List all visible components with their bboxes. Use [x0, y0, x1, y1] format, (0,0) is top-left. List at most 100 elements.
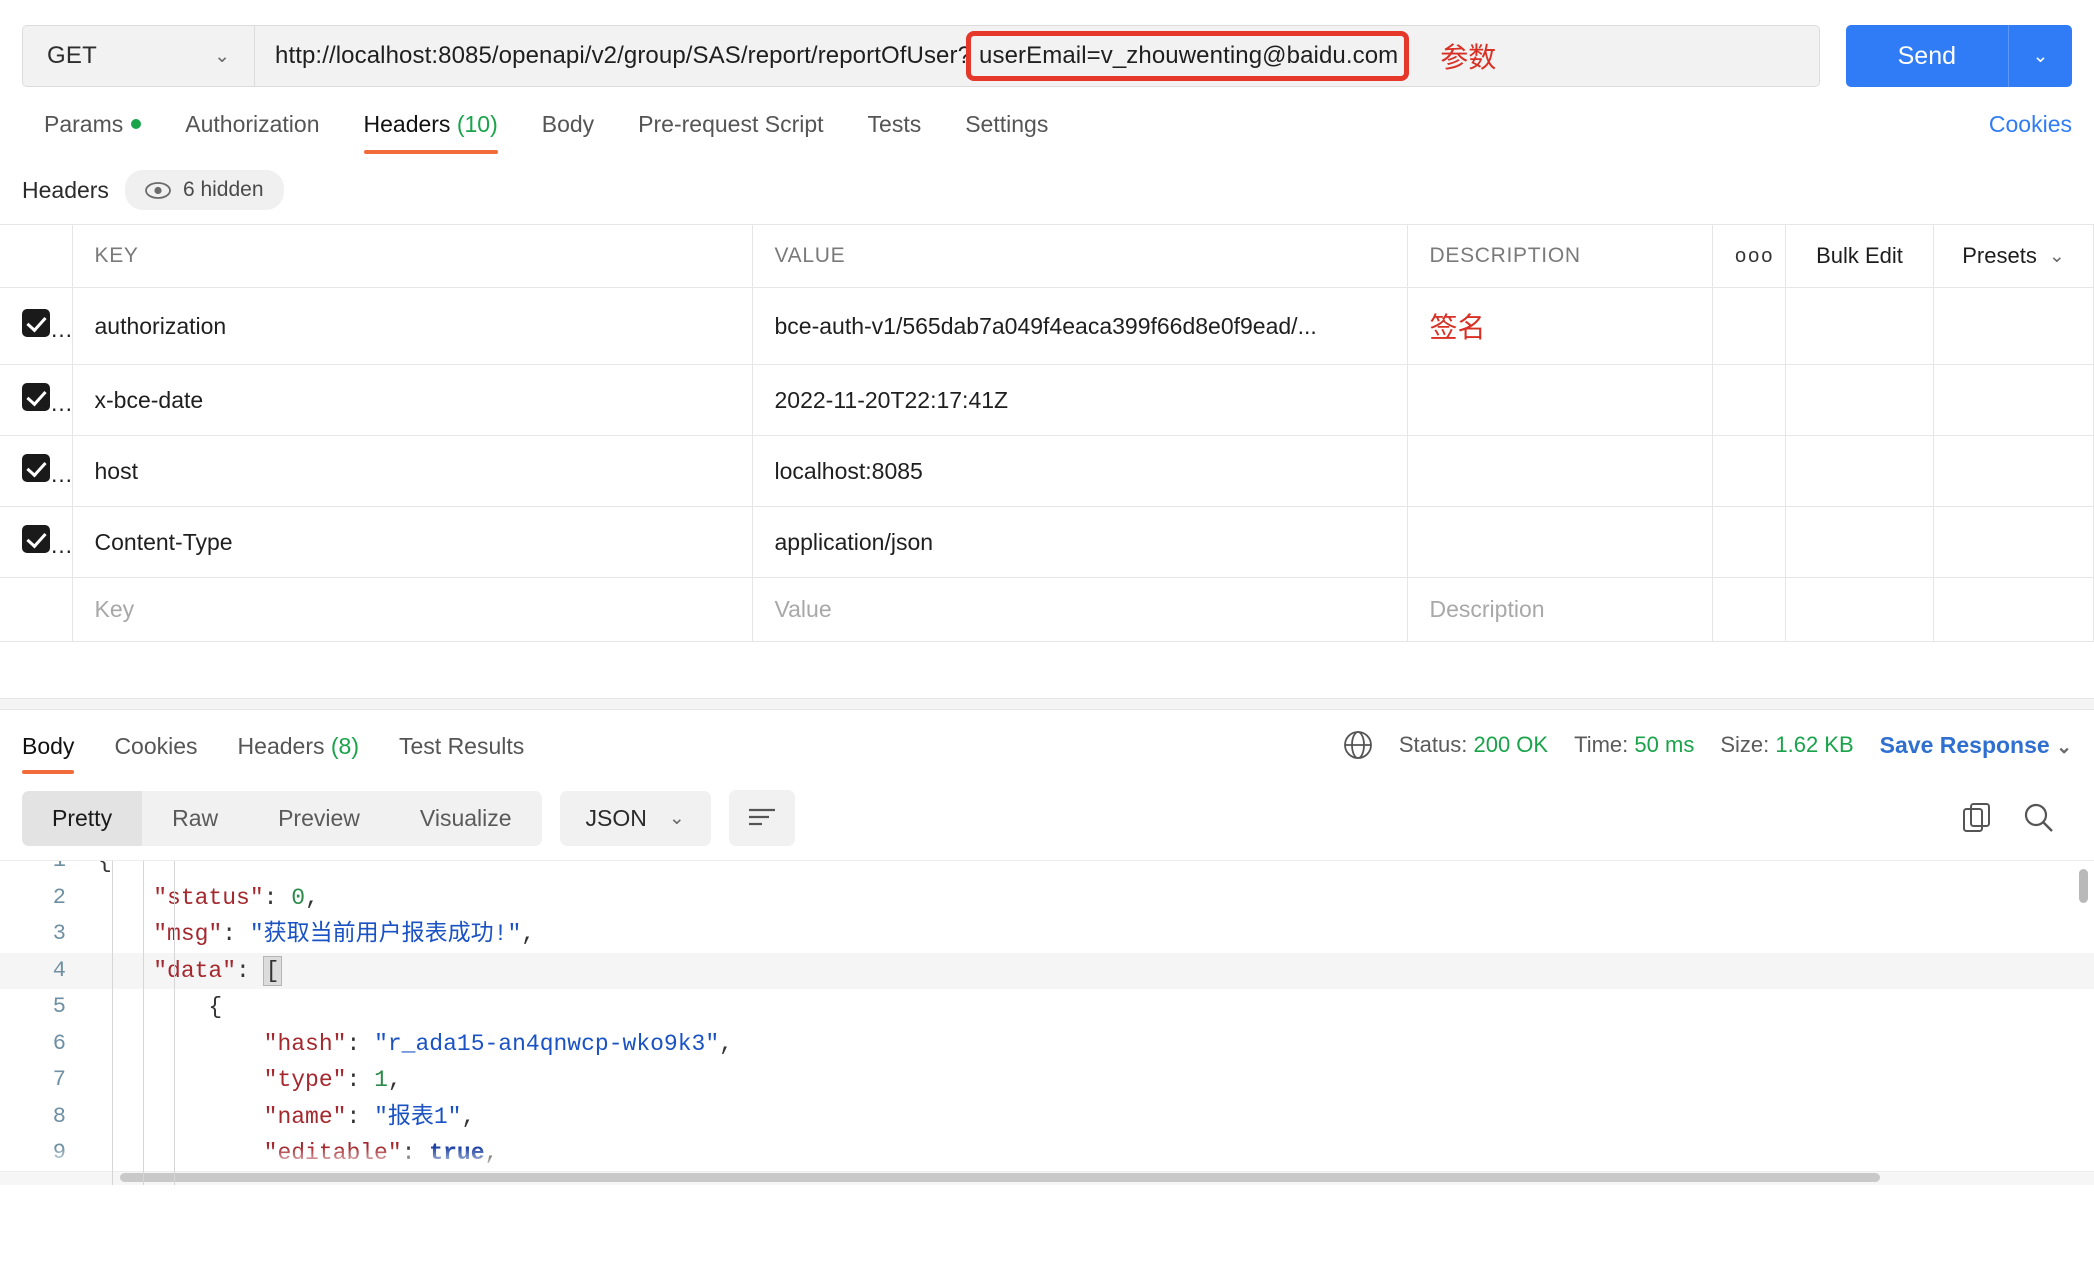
row-bulk-cell [1785, 287, 1934, 365]
presets-button[interactable]: Presets ⌄ [1933, 224, 2094, 288]
code-line: 7 "type": 1, [0, 1062, 2094, 1099]
header-description[interactable] [1407, 435, 1713, 507]
table-row[interactable]: authorization bce-auth-v1/565dab7a049f4e… [0, 287, 2094, 365]
tab-tests[interactable]: Tests [846, 111, 944, 154]
checkbox-checked-icon[interactable] [22, 309, 50, 337]
row-checkbox-cell[interactable] [0, 435, 73, 507]
code-token: { [208, 994, 223, 1020]
send-button[interactable]: Send [1845, 25, 2008, 87]
tab-settings[interactable]: Settings [943, 111, 1070, 154]
response-body-code[interactable]: 1{2 "status": 0, 3 "msg": "获取当前用户报表成功!", 4… [0, 860, 2094, 1185]
row-checkbox-cell[interactable] [0, 506, 73, 578]
row-dots-cell [1712, 287, 1786, 365]
cookies-link[interactable]: Cookies [1989, 111, 2072, 154]
header-value[interactable]: application/json [752, 506, 1408, 578]
save-response-button[interactable]: Save Response ⌄ [1880, 732, 2072, 759]
tab-body[interactable]: Body [520, 111, 616, 154]
hidden-headers-count: 6 hidden [182, 178, 264, 201]
response-tab-body[interactable]: Body [22, 733, 94, 774]
header-value[interactable]: 2022-11-20T22:17:41Z [752, 364, 1408, 436]
url-input[interactable]: http://localhost:8085/openapi/v2/group/S… [255, 26, 1819, 86]
header-description[interactable] [1407, 506, 1713, 578]
tab-params-label: Params [44, 111, 124, 137]
row-presets-cell [1933, 435, 2094, 507]
header-key[interactable]: x-bce-date [72, 364, 753, 436]
code-token: , [461, 1103, 476, 1130]
row-dots-cell [1712, 577, 1786, 642]
code-token: "data" [153, 957, 237, 984]
header-value[interactable]: bce-auth-v1/565dab7a049f4eaca399f66d8e0f… [752, 287, 1408, 365]
line-number: 2 [52, 884, 66, 910]
code-token: true [429, 1140, 485, 1166]
time-value: 50 ms [1634, 732, 1695, 757]
select-all-cell [0, 224, 73, 288]
tab-headers-count: (10) [456, 111, 498, 137]
column-header-value: VALUE [752, 224, 1408, 288]
view-mode-preview[interactable]: Preview [248, 791, 390, 846]
response-tab-headers-label: Headers [237, 733, 325, 759]
headers-table-header-row: KEY VALUE DESCRIPTION ooo Bulk Edit Pres… [0, 224, 2094, 288]
new-header-description-input[interactable]: Description [1407, 577, 1713, 642]
response-tab-headers[interactable]: Headers (8) [218, 733, 379, 774]
row-checkbox-cell-empty[interactable] [0, 577, 73, 642]
tab-pre-request-script[interactable]: Pre-request Script [616, 111, 845, 154]
more-options-button[interactable]: ooo [1712, 224, 1786, 288]
checkbox-checked-icon[interactable] [22, 525, 50, 553]
code-token: , [719, 1030, 733, 1057]
search-icon[interactable] [2022, 801, 2056, 835]
column-header-key: KEY [72, 224, 753, 288]
code-token: : [346, 1103, 375, 1130]
code-line: 6 "hash": "r_ada15-an4qnwcp-wko9k3", [0, 1026, 2094, 1063]
row-checkbox-cell[interactable] [0, 287, 73, 365]
checkbox-checked-icon[interactable] [22, 383, 50, 411]
horizontal-scrollbar[interactable] [120, 1173, 1880, 1182]
tab-headers[interactable]: Headers (10) [342, 111, 520, 154]
pane-divider[interactable] [0, 698, 2094, 710]
header-key[interactable]: Content-Type [72, 506, 753, 578]
response-tab-cookies[interactable]: Cookies [94, 733, 217, 774]
header-description-cell[interactable]: 签名 [1407, 287, 1713, 365]
row-bulk-cell [1785, 577, 1934, 642]
tab-params[interactable]: Params [22, 111, 163, 154]
request-url-bar: GET ⌄ http://localhost:8085/openapi/v2/g… [0, 0, 2094, 96]
response-tab-test-results[interactable]: Test Results [379, 733, 544, 774]
copy-icon[interactable] [1960, 801, 1994, 835]
header-value[interactable]: localhost:8085 [752, 435, 1408, 507]
view-mode-visualize[interactable]: Visualize [390, 791, 542, 846]
table-row-empty[interactable]: Key Value Description [0, 577, 2094, 642]
new-header-value-input[interactable]: Value [752, 577, 1408, 642]
param-annotation: 参数 [1440, 42, 1497, 73]
wrap-lines-button[interactable] [728, 790, 795, 846]
row-checkbox-cell[interactable] [0, 364, 73, 436]
header-key[interactable]: host [72, 435, 753, 507]
view-mode-raw[interactable]: Raw [142, 791, 248, 846]
presets-label: Presets [1962, 243, 2037, 268]
status-label: Status: [1398, 732, 1468, 757]
signature-annotation: 签名 [1429, 312, 1486, 343]
row-bulk-cell [1785, 506, 1934, 578]
code-token: : [346, 1030, 375, 1057]
table-row[interactable]: x-bce-date 2022-11-20T22:17:41Z [0, 364, 2094, 436]
hidden-headers-toggle[interactable]: 6 hidden [124, 170, 284, 210]
table-row[interactable]: host localhost:8085 [0, 435, 2094, 507]
vertical-scrollbar[interactable] [2079, 869, 2088, 903]
indent-guide [174, 861, 175, 1185]
bulk-edit-button[interactable]: Bulk Edit [1785, 224, 1934, 288]
send-options-chevron-icon[interactable]: ⌄ [2008, 25, 2072, 87]
new-header-key-input[interactable]: Key [72, 577, 753, 642]
header-key[interactable]: authorization [72, 287, 753, 365]
header-description[interactable] [1407, 364, 1713, 436]
code-text: { [88, 989, 222, 1026]
code-token: , [305, 884, 319, 911]
response-format-select[interactable]: JSON ⌄ [559, 790, 711, 846]
checkbox-checked-icon[interactable] [22, 454, 50, 482]
headers-label: Headers [22, 176, 109, 203]
http-method-select[interactable]: GET ⌄ [23, 26, 255, 86]
view-mode-pretty[interactable]: Pretty [22, 790, 143, 846]
code-line: 4 "data": [ [0, 952, 2094, 989]
table-row[interactable]: Content-Type application/json [0, 506, 2094, 578]
line-number: 3 [52, 921, 66, 946]
code-token: "r_ada15-an4qnwcp-wko9k3" [374, 1030, 720, 1057]
headers-label-row: Headers 6 hidden [0, 154, 2094, 224]
tab-authorization[interactable]: Authorization [163, 111, 341, 154]
